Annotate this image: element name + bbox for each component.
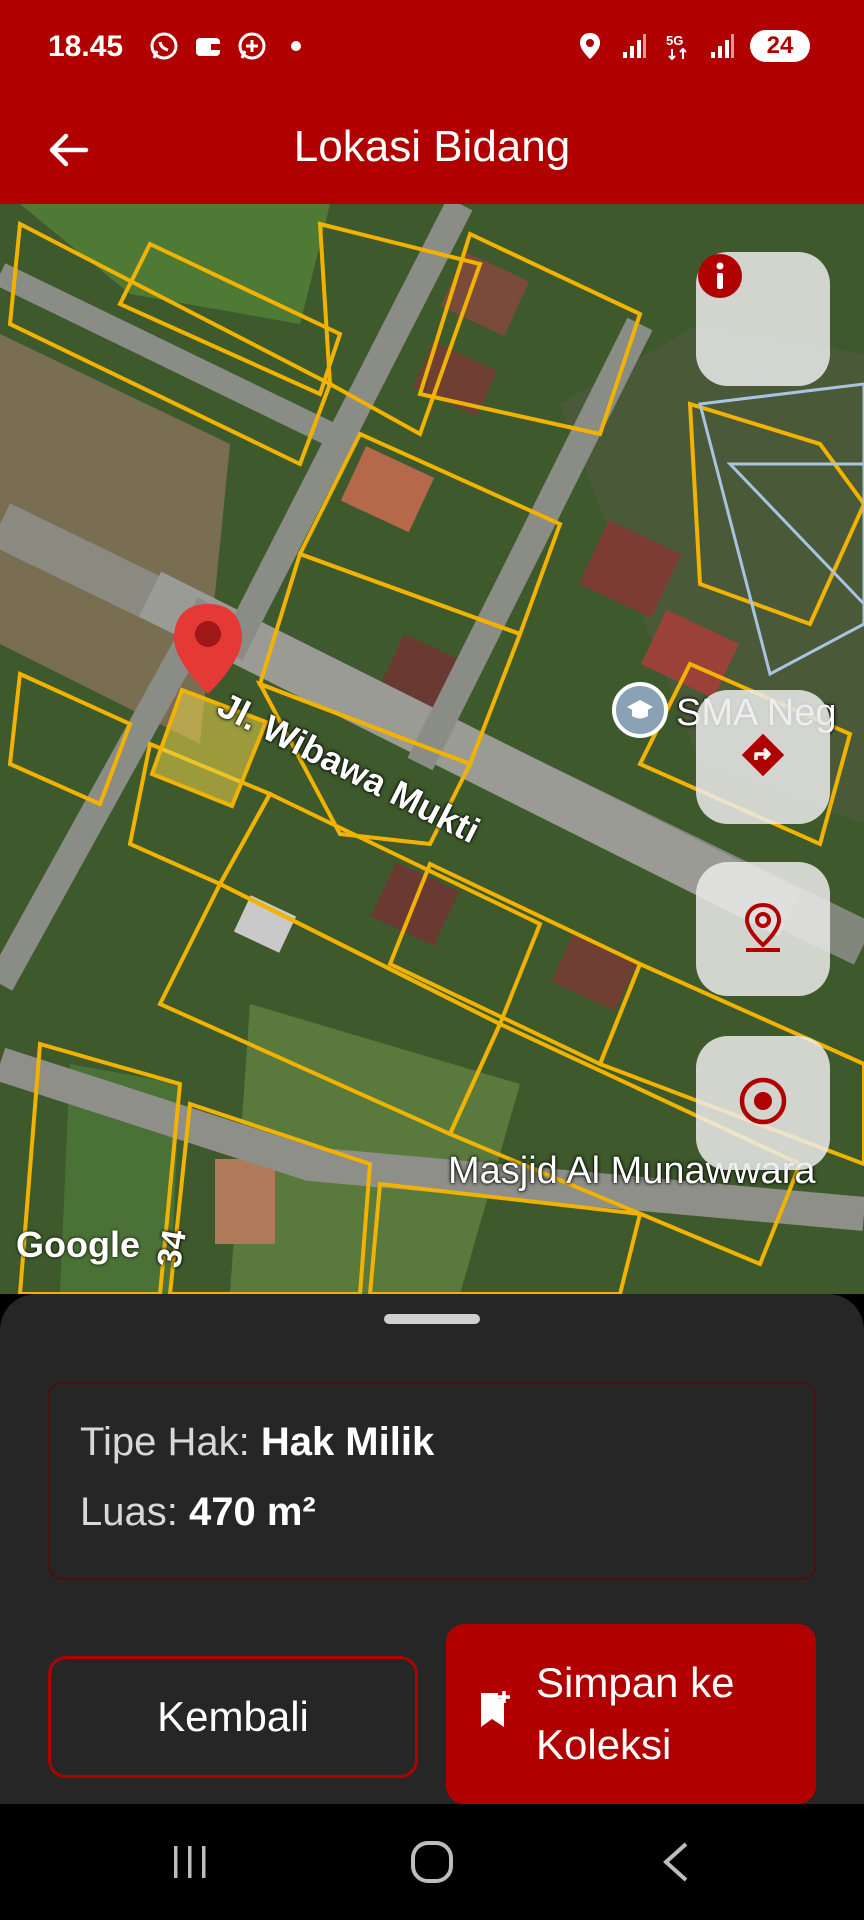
bottom-sheet: Tipe Hak: Hak Milik Luas: 470 m² Kembali… bbox=[0, 1294, 864, 1804]
bookmark-add-icon bbox=[478, 1689, 512, 1739]
signal-icon bbox=[618, 30, 650, 62]
road-number-label: 34 bbox=[150, 1226, 194, 1271]
app-bar: Lokasi Bidang bbox=[0, 98, 864, 204]
info-button[interactable] bbox=[696, 252, 830, 386]
page-title: Lokasi Bidang bbox=[293, 122, 571, 171]
drag-handle[interactable] bbox=[384, 1314, 480, 1324]
navigation-bar bbox=[0, 1804, 864, 1920]
status-bar: 18.45 5G 24 bbox=[0, 0, 864, 98]
tipe-hak-label: Tipe Hak: bbox=[80, 1420, 250, 1464]
luas-row: Luas: 470 m² bbox=[80, 1490, 316, 1535]
location-icon bbox=[574, 30, 606, 62]
status-time: 18.45 bbox=[48, 30, 124, 63]
luas-value: 470 m² bbox=[188, 1490, 316, 1534]
recents-icon bbox=[170, 1842, 210, 1887]
google-attribution: Google bbox=[16, 1224, 140, 1265]
school-marker[interactable] bbox=[612, 682, 668, 738]
tipe-hak-value: Hak Milik bbox=[260, 1420, 435, 1464]
whatsapp-icon bbox=[148, 30, 180, 62]
my-location-button[interactable] bbox=[696, 1036, 830, 1170]
recents-button[interactable] bbox=[160, 1834, 220, 1894]
simpan-label: Simpan ke Koleksi bbox=[536, 1652, 734, 1776]
signal-icon bbox=[706, 30, 738, 62]
home-icon bbox=[409, 1839, 455, 1890]
wallet-icon bbox=[192, 30, 224, 62]
directions-icon bbox=[738, 730, 788, 785]
simpan-label-line2: Koleksi bbox=[536, 1721, 672, 1768]
kembali-button[interactable]: Kembali bbox=[48, 1656, 418, 1778]
location-pin-button[interactable] bbox=[696, 862, 830, 996]
dot-icon bbox=[280, 30, 312, 62]
parcel-info-card: Tipe Hak: Hak Milik Luas: 470 m² bbox=[48, 1382, 816, 1580]
battery-indicator: 24 bbox=[750, 30, 810, 62]
notification-icons bbox=[148, 30, 312, 62]
home-button[interactable] bbox=[402, 1834, 462, 1894]
svg-text:5G: 5G bbox=[666, 33, 683, 48]
simpan-label-line1: Simpan ke bbox=[536, 1659, 735, 1706]
luas-label: Luas: bbox=[80, 1490, 178, 1534]
simpan-koleksi-button[interactable]: Simpan ke Koleksi bbox=[446, 1624, 816, 1804]
5g-icon: 5G bbox=[662, 30, 694, 62]
whatsapp-business-icon bbox=[236, 30, 268, 62]
system-icons: 5G 24 bbox=[574, 30, 810, 62]
location-pin-icon bbox=[740, 901, 786, 958]
tipe-hak-row: Tipe Hak: Hak Milik bbox=[80, 1420, 434, 1465]
back-icon bbox=[656, 1840, 696, 1889]
system-back-button[interactable] bbox=[646, 1834, 706, 1894]
directions-button[interactable] bbox=[696, 690, 830, 824]
target-icon bbox=[738, 1076, 788, 1131]
